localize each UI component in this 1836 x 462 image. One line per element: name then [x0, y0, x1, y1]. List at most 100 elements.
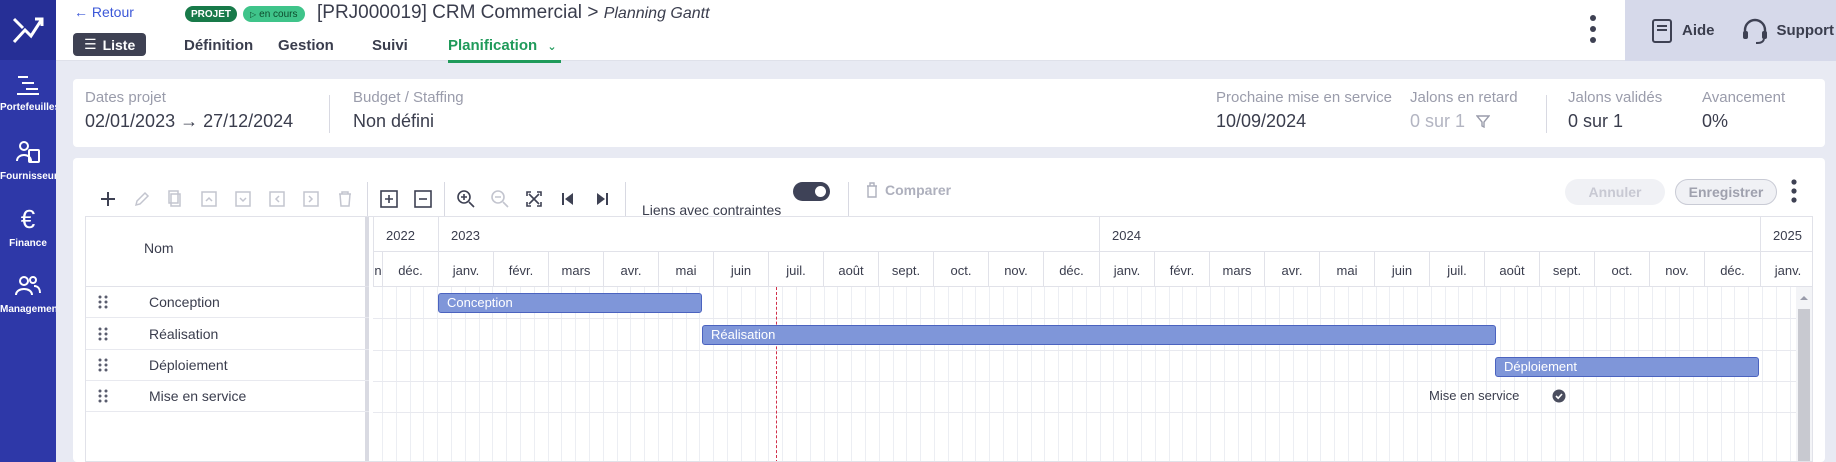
- back-link[interactable]: ← Retour: [74, 4, 134, 20]
- grid-line: [534, 287, 535, 461]
- move-up-icon[interactable]: [198, 188, 220, 210]
- drag-handle-icon[interactable]: [98, 357, 108, 373]
- month-label: mars: [561, 263, 591, 278]
- grid-line: [824, 287, 825, 461]
- delete-icon[interactable]: [334, 188, 356, 210]
- app-rail: Portefeuilles Fournisseurs € Finance Man…: [0, 0, 56, 462]
- kpi-validated-label: Jalons validés: [1568, 89, 1663, 106]
- grid-line: [920, 287, 921, 461]
- grid-line: [1348, 287, 1349, 461]
- zoom-out-icon[interactable]: [489, 188, 511, 210]
- rail-item-portefeuilles[interactable]: Portefeuilles: [0, 60, 56, 127]
- tab-gestion[interactable]: Gestion: [278, 34, 372, 63]
- month-cell: janv.: [1099, 252, 1154, 287]
- month-label: févr.: [508, 263, 534, 278]
- skip-start-icon[interactable]: [557, 188, 579, 210]
- team-icon: [15, 276, 41, 296]
- task-row[interactable]: Réalisation: [86, 319, 369, 350]
- grid-line: [1169, 287, 1170, 461]
- more-options-icon[interactable]: [1589, 14, 1597, 44]
- chevron-down-icon: ⌄: [547, 41, 557, 53]
- compare-button[interactable]: Comparer: [865, 182, 951, 198]
- month-header-row: n déc. janv. févr. mars avr. mai juin ju…: [373, 252, 1812, 287]
- tab-definition[interactable]: Définition: [184, 34, 278, 63]
- task-name: Conception: [149, 294, 220, 310]
- logo-icon: [12, 17, 44, 44]
- filter-icon[interactable]: [1475, 114, 1491, 129]
- grid-line: [879, 287, 880, 461]
- move-down-icon[interactable]: [232, 188, 254, 210]
- year-header-row: 2022 2023 2024 2025: [373, 217, 1812, 252]
- month-label: mai: [1336, 263, 1358, 278]
- grid-line: [479, 287, 480, 461]
- support-button[interactable]: Support: [1741, 17, 1834, 45]
- tab-suivi[interactable]: Suivi: [372, 34, 448, 63]
- month-cell: juil.: [768, 252, 823, 287]
- month-cell: déc.: [1043, 252, 1099, 287]
- month-cell: janv.: [1760, 252, 1812, 287]
- task-row[interactable]: Conception: [86, 287, 369, 318]
- scrollbar-thumb[interactable]: [1798, 309, 1810, 461]
- grid-line: [603, 287, 604, 461]
- copy-icon[interactable]: [164, 188, 186, 210]
- grid-line: [465, 287, 466, 461]
- zoom-in-icon[interactable]: [455, 188, 477, 210]
- links-constraints-toggle[interactable]: [793, 182, 830, 201]
- list-button[interactable]: ☰ Liste: [73, 33, 147, 56]
- add-icon[interactable]: [97, 188, 119, 210]
- grid-line: [1251, 287, 1252, 461]
- collapse-all-icon[interactable]: [412, 188, 434, 210]
- month-cell: juil.: [1429, 252, 1484, 287]
- drag-handle-icon[interactable]: [98, 388, 108, 404]
- rail-item-fournisseurs[interactable]: Fournisseurs: [0, 127, 56, 194]
- grid-line: [492, 287, 493, 461]
- rail-label-finance: Finance: [9, 238, 47, 249]
- vertical-scrollbar[interactable]: [1796, 287, 1812, 461]
- app-logo[interactable]: [0, 0, 56, 60]
- name-column-header[interactable]: Nom: [86, 217, 369, 287]
- rail-item-management[interactable]: Management: [0, 261, 56, 328]
- grid-line: [437, 287, 438, 461]
- month-cell: avr.: [1264, 252, 1319, 287]
- task-name-column: Nom Conception Réalisation Déploiement M…: [86, 217, 369, 461]
- project-type-badge: PROJET: [185, 6, 238, 22]
- month-cell: n: [373, 252, 382, 287]
- help-panel: Aide Support: [1625, 0, 1836, 61]
- cancel-button[interactable]: Annuler: [1565, 179, 1665, 205]
- month-cell: juin: [713, 252, 768, 287]
- grid-line: [1431, 287, 1432, 461]
- month-label: nov.: [1004, 263, 1028, 278]
- more-options-icon[interactable]: [1790, 178, 1798, 204]
- grid-line: [810, 287, 811, 461]
- name-header-label: Nom: [144, 240, 174, 256]
- save-button[interactable]: Enregistrer: [1675, 179, 1777, 205]
- help-button[interactable]: Aide: [1650, 18, 1715, 44]
- drag-handle-icon[interactable]: [98, 294, 108, 310]
- edit-icon[interactable]: [131, 188, 153, 210]
- year-label: 2024: [1112, 228, 1141, 243]
- grid-line: [617, 287, 618, 461]
- expand-all-icon[interactable]: [378, 188, 400, 210]
- project-kpi-bar: Dates projet 02/01/2023 → 27/12/2024 Bud…: [73, 79, 1825, 147]
- milestone-check-icon[interactable]: [1552, 389, 1566, 403]
- outdent-icon[interactable]: [266, 188, 288, 210]
- task-bar-conception[interactable]: Conception: [438, 293, 702, 313]
- tab-planification[interactable]: Planification ⌄: [448, 34, 561, 63]
- grid-line: [1196, 287, 1197, 461]
- task-bar-deploiement[interactable]: Déploiement: [1495, 357, 1759, 377]
- skip-end-icon[interactable]: [591, 188, 613, 210]
- indent-icon[interactable]: [300, 188, 322, 210]
- year-cell: 2025: [1760, 217, 1812, 252]
- kpi-budget: Budget / Staffing Non défini: [353, 89, 464, 132]
- scroll-up-icon[interactable]: [1796, 291, 1812, 305]
- drag-handle-icon[interactable]: [98, 326, 108, 342]
- task-bar-realisation[interactable]: Réalisation: [702, 325, 1496, 345]
- rail-item-finance[interactable]: € Finance: [0, 194, 56, 261]
- grid-line: [686, 287, 687, 461]
- grid-line: [1320, 287, 1321, 461]
- fit-screen-icon[interactable]: [523, 188, 545, 210]
- task-row[interactable]: Mise en service: [86, 381, 369, 412]
- row-divider: [373, 412, 1812, 413]
- month-cell: févr.: [493, 252, 548, 287]
- task-row[interactable]: Déploiement: [86, 350, 369, 381]
